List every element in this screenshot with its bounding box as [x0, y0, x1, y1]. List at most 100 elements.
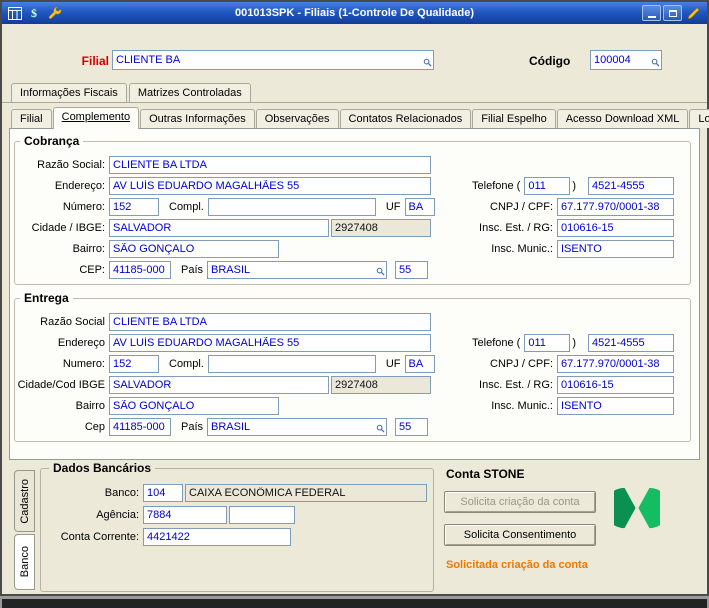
insc-est-input[interactable] — [557, 218, 674, 237]
telefone-input[interactable] — [588, 176, 674, 195]
solicita-consentimento-button[interactable]: Solicita Consentimento — [444, 524, 596, 546]
cobranca-row-numero: Número: Compl. UF CNPJ / CPF: — [17, 196, 674, 217]
filial-label: Filial — [81, 54, 109, 68]
compl-input[interactable] — [207, 197, 376, 216]
bairro-input[interactable] — [109, 239, 279, 258]
codigo-input[interactable] — [590, 50, 662, 70]
agencia-input[interactable] — [143, 506, 227, 524]
tab-contatos-relacionados[interactable]: Contatos Relacionados — [339, 109, 472, 128]
agencia-digito-input[interactable] — [229, 506, 295, 524]
side-tab-banco[interactable]: Banco — [14, 534, 35, 590]
maximize-icon[interactable] — [663, 5, 682, 21]
telefone-label: Telefone ( — [472, 336, 521, 349]
numero-label: Numero: — [62, 357, 105, 370]
cnpj-group: CNPJ / CPF: — [490, 197, 674, 216]
side-tab-banco-label: Banco — [18, 546, 31, 578]
bairro-input[interactable] — [109, 396, 279, 415]
tab-filial-espelho[interactable]: Filial Espelho — [472, 109, 556, 128]
cobranca-row-endereco: Endereço: Telefone ( ) — [17, 175, 674, 196]
uf-input[interactable] — [404, 354, 435, 373]
razao-social-input[interactable] — [109, 155, 431, 174]
razao-social-label: Razão Social: — [37, 158, 105, 171]
filial-input[interactable] — [112, 50, 434, 70]
cep-label: Cep — [84, 420, 105, 433]
cobranca-title: Cobrança — [20, 134, 84, 148]
insc-est-input[interactable] — [557, 375, 674, 394]
agencia-label: Agência: — [96, 509, 139, 521]
tab-observacoes[interactable]: Observações — [255, 109, 339, 128]
uf-label: UF — [385, 200, 401, 213]
tab-acesso-download-xml[interactable]: Acesso Download XML — [556, 109, 689, 128]
cnpj-input[interactable] — [557, 197, 674, 216]
pais-codigo-input[interactable] — [395, 417, 429, 436]
tab-filial[interactable]: Filial — [11, 109, 52, 128]
numero-input[interactable] — [109, 354, 159, 373]
top-tab-strip: Informações Fiscais Matrizes Controladas — [2, 81, 707, 103]
conta-corrente-input[interactable] — [143, 528, 291, 546]
telefone-close-paren: ) — [572, 179, 576, 192]
insc-munic-input[interactable] — [557, 239, 674, 258]
telefone-ddd-input[interactable] — [524, 333, 571, 352]
pais-field — [207, 417, 388, 436]
tab-informacoes-fiscais[interactable]: Informações Fiscais — [11, 83, 127, 102]
main-tab-strip: Filial Complemento Outras Informações Ob… — [2, 105, 709, 129]
insc-est-label: Insc. Est. / RG: — [479, 221, 553, 234]
insc-munic-label: Insc. Munic.: — [491, 399, 553, 412]
insc-est-group: Insc. Est. / RG: — [479, 218, 674, 237]
pais-input[interactable] — [207, 260, 388, 279]
endereco-input[interactable] — [109, 333, 431, 352]
pais-label: País — [181, 420, 204, 433]
cobranca-groupbox: Cobrança Razão Social: Endereço: Telefon… — [14, 134, 691, 285]
cep-input[interactable] — [109, 417, 171, 436]
agencia-row: Agência: — [45, 504, 427, 526]
app-grid-icon[interactable] — [6, 5, 24, 21]
endereco-label: Endereço — [57, 336, 105, 349]
banco-row: Banco: — [45, 482, 427, 504]
bairro-label: Bairro — [75, 399, 105, 412]
pais-label: País — [181, 263, 204, 276]
endereco-label: Endereço: — [54, 179, 105, 192]
telefone-input[interactable] — [588, 333, 674, 352]
side-tab-cadastro-label: Cadastro — [18, 478, 31, 524]
cidade-label: Cidade/Cod IBGE — [17, 378, 105, 391]
endereco-input[interactable] — [109, 176, 431, 195]
pais-input[interactable] — [207, 417, 388, 436]
tab-complemento[interactable]: Complemento — [52, 107, 140, 129]
edit-pencil-icon[interactable] — [684, 5, 703, 21]
filial-field — [112, 50, 434, 70]
cobranca-row-bairro: Bairro: Insc. Munic.: — [17, 238, 674, 259]
dados-bancarios-groupbox: Dados Bancários Banco: Agência: Conta Co… — [40, 461, 434, 592]
cnpj-label: CNPJ / CPF: — [490, 200, 553, 213]
insc-munic-input[interactable] — [557, 396, 674, 415]
cep-input[interactable] — [109, 260, 171, 279]
side-tab-cadastro[interactable]: Cadastro — [14, 470, 35, 532]
uf-label: UF — [385, 357, 401, 370]
compl-input[interactable] — [207, 354, 376, 373]
money-icon[interactable]: $ — [26, 5, 44, 21]
cnpj-input[interactable] — [557, 354, 674, 373]
telefone-ddd-input[interactable] — [524, 176, 571, 195]
uf-input[interactable] — [404, 197, 435, 216]
cidade-input[interactable] — [109, 218, 329, 237]
pais-codigo-input[interactable] — [395, 260, 429, 279]
banco-codigo-input[interactable] — [143, 484, 183, 502]
banco-label: Banco: — [104, 487, 139, 499]
cobranca-row-cep: CEP: País — [17, 259, 674, 280]
wrench-icon[interactable] — [46, 5, 64, 21]
ibge-readonly-field — [331, 218, 431, 237]
tab-matrizes-controladas[interactable]: Matrizes Controladas — [128, 83, 251, 102]
ibge-readonly-field — [331, 375, 431, 394]
solicita-criacao-conta-button[interactable]: Solicita criação da conta — [444, 491, 596, 513]
insc-munic-label: Insc. Munic.: — [491, 242, 553, 255]
entrega-title: Entrega — [20, 291, 73, 305]
minimize-icon[interactable] — [642, 5, 661, 21]
pais-field — [207, 260, 388, 279]
tab-log[interactable]: Log — [689, 109, 709, 128]
compl-label: Compl. — [169, 357, 204, 370]
app-window: $ 001013SPK - Filiais (1-Controle De Qua… — [0, 0, 709, 608]
tabs-block: Informações Fiscais Matrizes Controladas… — [2, 78, 709, 129]
tab-outras-informacoes[interactable]: Outras Informações — [140, 109, 255, 128]
numero-input[interactable] — [109, 197, 159, 216]
razao-social-input[interactable] — [109, 312, 431, 331]
cidade-input[interactable] — [109, 375, 329, 394]
